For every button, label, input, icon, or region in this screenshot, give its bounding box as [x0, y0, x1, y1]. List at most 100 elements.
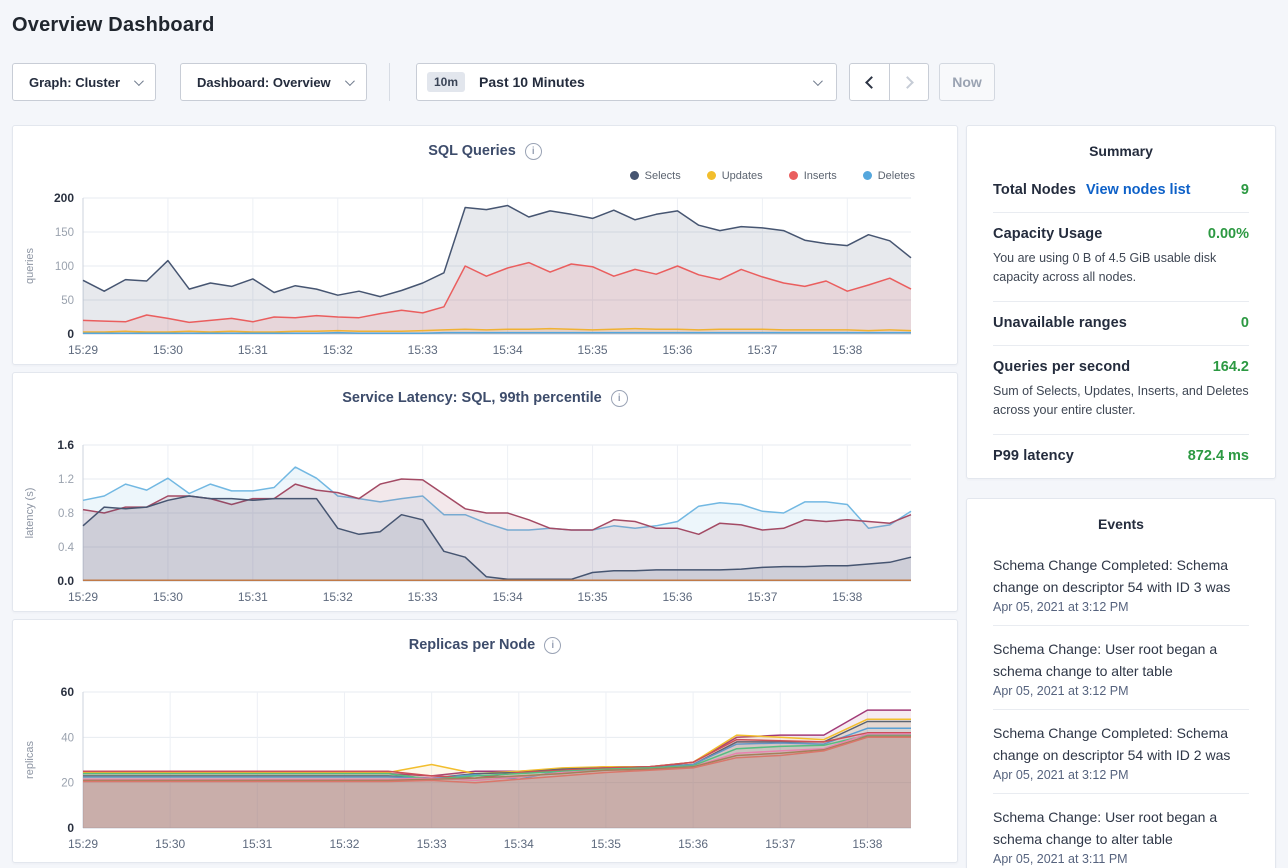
summary-description: Sum of Selects, Updates, Inserts, and De…	[993, 382, 1249, 420]
chart-legend	[13, 410, 957, 435]
legend-item-updates[interactable]: Updates	[707, 170, 763, 182]
svg-text:15:31: 15:31	[242, 837, 272, 851]
svg-text:15:32: 15:32	[329, 837, 359, 851]
events-title: Events	[993, 499, 1249, 542]
svg-text:15:35: 15:35	[591, 837, 621, 851]
svg-text:50: 50	[61, 295, 74, 307]
legend-label: Updates	[722, 170, 763, 182]
info-icon[interactable]: i	[544, 637, 561, 654]
time-nav-group	[849, 63, 929, 101]
graph-dropdown[interactable]: Graph: Cluster	[12, 63, 156, 101]
chart-legend: Selects Updates Inserts Deletes	[13, 163, 957, 188]
summary-row-p99-latency: P99 latency 872.4 ms	[993, 435, 1249, 478]
legend-item-selects[interactable]: Selects	[630, 170, 681, 182]
legend-item-deletes[interactable]: Deletes	[863, 170, 915, 182]
svg-text:15:36: 15:36	[662, 590, 692, 604]
sidebar: Summary Total Nodes View nodes list 9 Ca…	[966, 125, 1276, 868]
svg-text:0: 0	[67, 327, 74, 341]
service-latency-chart[interactable]: 0.00.40.81.21.615:2915:3015:3115:3215:33…	[19, 435, 953, 613]
graph-dropdown-label: Graph: Cluster	[29, 75, 120, 90]
event-item: Schema Change: User root began a schema …	[993, 794, 1249, 868]
summary-value: 872.4 ms	[1188, 448, 1249, 464]
svg-text:0.4: 0.4	[58, 542, 75, 554]
summary-row-total-nodes: Total Nodes View nodes list 9	[993, 169, 1249, 213]
event-item: Schema Change: User root began a schema …	[993, 626, 1249, 710]
svg-text:15:38: 15:38	[852, 837, 882, 851]
svg-text:15:34: 15:34	[504, 837, 534, 851]
chart-title: Replicas per Node	[409, 637, 536, 653]
svg-text:15:32: 15:32	[323, 343, 353, 357]
info-icon[interactable]: i	[525, 143, 542, 160]
sql-queries-panel: SQL Queries i Selects Updates Inserts Delet…	[12, 125, 958, 365]
svg-text:150: 150	[55, 227, 74, 239]
svg-text:15:36: 15:36	[662, 343, 692, 357]
chevron-right-icon	[901, 76, 914, 89]
time-prev-button[interactable]	[850, 64, 889, 100]
svg-text:latency (s): latency (s)	[24, 488, 36, 539]
chart-legend	[13, 657, 957, 682]
svg-text:15:30: 15:30	[153, 590, 183, 604]
event-item: Schema Change Completed: Schema change o…	[993, 710, 1249, 794]
svg-text:replicas: replicas	[24, 741, 36, 779]
time-range-picker[interactable]: 10m Past 10 Minutes	[416, 63, 837, 101]
svg-text:15:38: 15:38	[832, 590, 862, 604]
legend-dot-icon	[630, 171, 639, 180]
svg-text:60: 60	[61, 685, 75, 699]
time-next-button[interactable]	[889, 64, 928, 100]
time-range-badge: 10m	[427, 72, 465, 92]
svg-text:1.2: 1.2	[58, 474, 74, 486]
svg-text:15:33: 15:33	[408, 590, 438, 604]
events-panel: Events Schema Change Completed: Schema c…	[966, 498, 1276, 868]
summary-label: Capacity Usage	[993, 226, 1102, 242]
view-nodes-link[interactable]: View nodes list	[1086, 182, 1191, 198]
chart-title: SQL Queries	[428, 143, 516, 159]
charts-column: SQL Queries i Selects Updates Inserts Delet…	[12, 125, 958, 863]
legend-label: Inserts	[804, 170, 837, 182]
event-text[interactable]: Schema Change Completed: Schema change o…	[993, 554, 1249, 598]
svg-text:15:34: 15:34	[493, 343, 523, 357]
event-time: Apr 05, 2021 at 3:12 PM	[993, 684, 1249, 698]
svg-text:100: 100	[55, 261, 74, 273]
summary-row-capacity-usage: Capacity Usage 0.00% You are using 0 B o…	[993, 213, 1249, 302]
svg-text:15:36: 15:36	[678, 837, 708, 851]
info-icon[interactable]: i	[611, 390, 628, 407]
page-title: Overview Dashboard	[12, 14, 1288, 37]
now-button[interactable]: Now	[939, 63, 995, 101]
service-latency-panel: Service Latency: SQL, 99th percentile i …	[12, 372, 958, 612]
toolbar-divider	[389, 63, 390, 101]
replicas-per-node-panel: Replicas per Node i 020406015:2915:3015:…	[12, 619, 958, 863]
summary-value: 9	[1241, 182, 1249, 198]
legend-dot-icon	[789, 171, 798, 180]
time-range-label: Past 10 Minutes	[479, 74, 585, 90]
summary-label: Total Nodes	[993, 182, 1076, 198]
event-text[interactable]: Schema Change: User root began a schema …	[993, 806, 1249, 850]
replicas-per-node-chart[interactable]: 020406015:2915:3015:3115:3215:3315:3415:…	[19, 682, 953, 860]
summary-value: 0	[1241, 315, 1249, 331]
svg-text:15:37: 15:37	[747, 343, 777, 357]
legend-dot-icon	[707, 171, 716, 180]
chevron-down-icon	[134, 76, 144, 86]
svg-text:15:34: 15:34	[493, 590, 523, 604]
legend-item-inserts[interactable]: Inserts	[789, 170, 837, 182]
svg-text:0.0: 0.0	[57, 574, 74, 588]
svg-text:15:29: 15:29	[68, 590, 98, 604]
summary-value: 164.2	[1213, 359, 1249, 375]
svg-text:15:29: 15:29	[68, 343, 98, 357]
chevron-left-icon	[865, 76, 878, 89]
event-item: Schema Change Completed: Schema change o…	[993, 542, 1249, 626]
event-time: Apr 05, 2021 at 3:11 PM	[993, 852, 1249, 866]
legend-dot-icon	[863, 171, 872, 180]
summary-row-queries-per-second: Queries per second 164.2 Sum of Selects,…	[993, 346, 1249, 435]
event-text[interactable]: Schema Change Completed: Schema change o…	[993, 722, 1249, 766]
event-text[interactable]: Schema Change: User root began a schema …	[993, 638, 1249, 682]
svg-text:15:32: 15:32	[323, 590, 353, 604]
dashboard-dropdown[interactable]: Dashboard: Overview	[180, 63, 367, 101]
summary-panel: Summary Total Nodes View nodes list 9 Ca…	[966, 125, 1276, 479]
sql-queries-chart[interactable]: 05010015020015:2915:3015:3115:3215:3315:…	[19, 188, 953, 366]
svg-text:0.8: 0.8	[58, 508, 74, 520]
summary-row-unavailable-ranges: Unavailable ranges 0	[993, 302, 1249, 346]
svg-text:0: 0	[67, 821, 74, 835]
legend-label: Selects	[645, 170, 681, 182]
svg-text:15:35: 15:35	[578, 343, 608, 357]
svg-text:15:30: 15:30	[153, 343, 183, 357]
